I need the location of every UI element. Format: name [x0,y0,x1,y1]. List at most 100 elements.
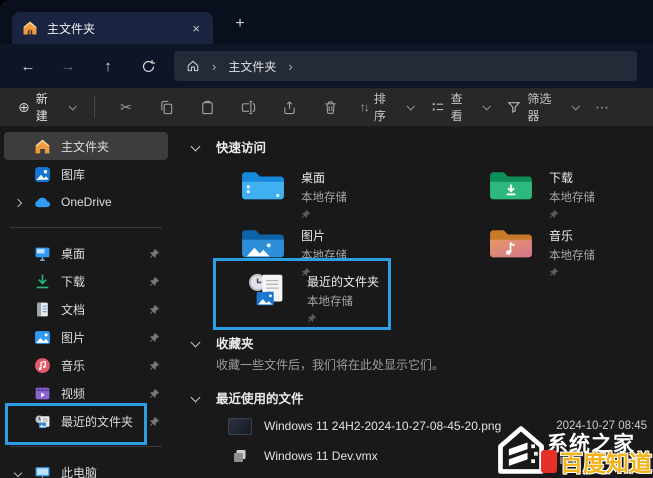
sort-icon: ↑↓ [360,100,368,114]
tile-name: 下载 [549,169,595,186]
sidebar-item-gallery[interactable]: 图库 [4,160,168,188]
sidebar-item-home[interactable]: 主文件夹 [4,132,168,160]
chevron-down-icon[interactable] [191,142,201,152]
new-button[interactable]: ⊕ 新建 [10,90,83,124]
home-tab-icon [22,20,38,36]
breadcrumb-separator: › [212,59,216,74]
explorer-tab[interactable]: 主文件夹 × [12,12,213,44]
filter-button[interactable]: 筛选器 [498,92,587,122]
gallery-icon [34,166,51,183]
tile-downloads[interactable]: 下载 本地存储 [488,167,595,224]
close-tab-icon[interactable]: × [189,21,203,36]
pin-icon [149,416,160,427]
sidebar-item-label: OneDrive [61,195,112,209]
breadcrumb-crumb[interactable]: 主文件夹 [228,58,276,75]
favorites-empty-message: 收藏一些文件后，我们将在此处显示它们。 [216,356,444,373]
sort-button[interactable]: ↑↓ 排序 [351,92,422,122]
share-button[interactable] [269,92,310,122]
section-quick-access[interactable]: 快速访问 [192,137,266,156]
breadcrumb-home-icon[interactable] [186,59,200,73]
sidebar-item-pictures[interactable]: 图片 [4,323,168,351]
sidebar-item-downloads[interactable]: 下载 [4,267,168,295]
expander-icon[interactable] [15,465,21,478]
chevron-down-icon [572,102,580,110]
tab-title: 主文件夹 [47,20,189,37]
chevron-down-icon [483,102,491,110]
pin-icon [149,332,160,343]
chevron-down-icon [406,102,414,110]
forward-button[interactable]: → [48,51,88,81]
pin-icon [307,313,317,323]
sidebar-item-desktop[interactable]: 桌面 [4,239,168,267]
file-row[interactable]: Windows 11 Dev.vmx [228,443,647,469]
pin-icon [149,360,160,371]
sidebar-item-label: 图库 [61,166,85,183]
desktop-folder-icon [240,167,286,205]
sidebar-item-recent-folders[interactable]: 最近的文件夹 [4,407,168,435]
sidebar-item-label: 下载 [61,273,85,290]
back-button[interactable]: ← [8,51,48,81]
view-label: 查看 [451,90,475,124]
sidebar-item-label: 音乐 [61,357,85,374]
file-name: Windows 11 24H2-2024-10-27-08-45-20.png [264,419,501,433]
file-explorer-window: 主文件夹 × + ← → ↑ › 主文件夹 › ⊕ 新建 ✂ [0,0,653,478]
pin-icon [549,209,559,219]
sidebar-item-label: 最近的文件夹 [61,413,133,430]
downloads-icon [34,273,51,290]
pin-icon [149,388,160,399]
sidebar-item-documents[interactable]: 文档 [4,295,168,323]
up-button[interactable]: ↑ [88,51,128,81]
breadcrumb-separator[interactable]: › [288,59,292,74]
section-title: 最近使用的文件 [216,388,304,407]
sort-label: 排序 [374,90,398,124]
cut-button[interactable]: ✂ [106,92,147,122]
sidebar-item-onedrive[interactable]: OneDrive [4,188,168,216]
rename-button[interactable] [228,92,269,122]
expander-icon[interactable] [15,195,21,209]
more-options-button[interactable]: ⋯ [587,92,617,122]
refresh-button[interactable] [128,51,168,81]
tile-name: 音乐 [549,227,595,244]
sidebar-item-label: 视频 [61,385,85,402]
explorer-body: 主文件夹 图库 OneDrive [0,128,653,478]
copy-icon [159,100,174,115]
onedrive-cloud-icon [34,194,51,211]
downloads-folder-icon [488,167,534,205]
section-recent-files[interactable]: 最近使用的文件 [192,388,304,407]
music-folder-icon [488,225,534,263]
tile-desktop[interactable]: 桌面 本地存储 [240,167,347,224]
address-box[interactable]: › 主文件夹 › [174,51,637,81]
tile-location: 本地存储 [301,189,347,205]
chevron-down-icon[interactable] [191,338,201,348]
paste-button[interactable] [187,92,228,122]
sidebar-item-label: 主文件夹 [61,138,109,155]
address-bar: ← → ↑ › 主文件夹 › [0,44,653,88]
section-title: 快速访问 [216,137,266,156]
view-icon [431,100,445,114]
tile-music[interactable]: 音乐 本地存储 [488,225,595,282]
view-button[interactable]: 查看 [422,92,499,122]
tile-name: 最近的文件夹 [307,273,379,290]
delete-button[interactable] [310,92,351,122]
sidebar-item-this-pc[interactable]: 此电脑 [4,458,168,478]
sidebar-item-label: 图片 [61,329,85,346]
content-pane: 快速访问 桌面 本地存储 [172,128,653,478]
pin-icon [149,248,160,259]
section-title: 收藏夹 [216,333,254,352]
sidebar-item-videos[interactable]: 视频 [4,379,168,407]
chevron-down-icon[interactable] [191,393,201,403]
tile-recent-folders[interactable]: 最近的文件夹 本地存储 [246,271,379,328]
sidebar-item-label: 桌面 [61,245,85,262]
pin-icon [149,276,160,287]
sidebar-item-music[interactable]: 音乐 [4,351,168,379]
new-tab-button[interactable]: + [227,11,253,37]
copy-button[interactable] [146,92,187,122]
videos-icon [34,385,51,402]
sidebar-divider [10,446,162,447]
tile-location: 本地存储 [307,293,379,309]
new-label: 新建 [36,90,60,124]
file-row[interactable]: Windows 11 24H2-2024-10-27-08-45-20.png … [228,413,647,439]
refresh-icon [141,59,156,74]
trash-icon [323,100,338,115]
section-favorites[interactable]: 收藏夹 [192,333,254,352]
